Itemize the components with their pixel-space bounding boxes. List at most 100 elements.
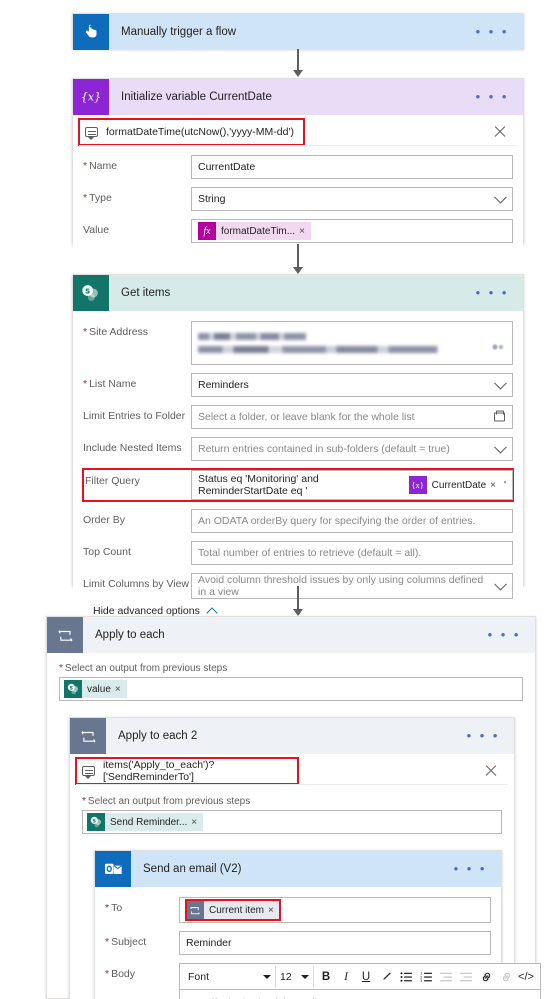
send-email-menu-button[interactable]: • • •	[448, 862, 501, 875]
name-input[interactable]: CurrentDate	[191, 155, 513, 179]
variable-braces-icon: {x}	[73, 79, 109, 115]
chevron-down-icon	[301, 974, 309, 979]
close-tooltip-button[interactable]	[493, 125, 507, 139]
to-input[interactable]: Current item ×	[179, 897, 491, 923]
chevron-down-icon	[494, 376, 507, 390]
remove-token-button[interactable]: ×	[115, 684, 127, 695]
label-site-address: Site Address	[83, 321, 191, 339]
label-value: Value	[83, 224, 110, 236]
label-limit-entries-to-folder: Limit Entries to Folder	[83, 410, 186, 422]
filter-query-input[interactable]: Status eq 'Monitoring' and ReminderStart…	[191, 470, 513, 500]
apply-to-each-card[interactable]: Apply to each • • • Select an output fro…	[46, 616, 541, 999]
trigger-card-header[interactable]: Manually trigger a flow • • •	[73, 14, 523, 50]
label-limit-columns-by-view: Limit Columns by View	[83, 578, 190, 590]
initialize-variable-menu-button[interactable]: • • •	[470, 90, 523, 103]
trigger-card[interactable]: Manually trigger a flow • • •	[72, 13, 524, 50]
label-name: Name	[83, 155, 191, 173]
remove-token-button[interactable]: ×	[490, 480, 502, 491]
field-row-order-by: Order By An ODATA orderBy query for spec…	[83, 509, 513, 533]
chevron-down-icon	[494, 440, 507, 454]
apply-to-each-2-menu-button[interactable]: • • •	[461, 729, 514, 742]
type-dropdown-value: String	[198, 193, 226, 205]
label-body: Body	[105, 963, 179, 981]
remove-token-button[interactable]: ×	[268, 905, 280, 916]
to-token-label: Current item	[209, 904, 265, 916]
initialize-variable-header[interactable]: {x} Initialize variable CurrentDate • • …	[73, 79, 523, 115]
subject-input[interactable]: Reminder	[179, 931, 491, 955]
output-token-label: value	[87, 683, 111, 695]
label-include-nested-items: Include Nested Items	[83, 442, 182, 454]
touch-trigger-icon	[73, 14, 109, 50]
loop-icon	[186, 901, 204, 919]
tooltip-divider	[76, 784, 508, 785]
get-items-header[interactable]: S Get items • • •	[73, 275, 523, 311]
rich-text-toolbar[interactable]: Font 12 B I U 1 2 3 </>	[179, 963, 541, 989]
to-token-current-item[interactable]: Current item ×	[185, 899, 281, 921]
send-email-header[interactable]: Send an email (V2) • • •	[95, 851, 501, 887]
bulleted-list-icon[interactable]	[396, 966, 416, 988]
font-size-dropdown[interactable]: 12	[276, 965, 314, 988]
expression-tooltip-text: formatDateTime(utcNow(),'yyyy-MM-dd')	[106, 126, 294, 138]
svg-text:{x}: {x}	[81, 91, 101, 104]
connector-arrow-2	[290, 244, 306, 274]
italic-button[interactable]: I	[336, 966, 356, 988]
get-items-card[interactable]: S Get items • • • Site Address List Name	[72, 274, 524, 629]
link-icon[interactable]	[476, 966, 496, 988]
label-top-count: Top Count	[83, 546, 131, 558]
limit-entries-to-folder-input[interactable]: Select a folder, or leave blank for the …	[191, 405, 513, 429]
underline-button[interactable]: U	[356, 966, 376, 988]
remove-token-button[interactable]: ×	[299, 226, 311, 237]
initialize-variable-card[interactable]: {x} Initialize variable CurrentDate • • …	[72, 78, 524, 253]
loop-icon	[70, 718, 106, 754]
variable-token-currentdate[interactable]: {x} CurrentDate ×	[408, 476, 502, 494]
apply-to-each-header[interactable]: Apply to each • • •	[47, 617, 535, 653]
initialize-variable-title: Initialize variable CurrentDate	[121, 91, 272, 103]
bold-button[interactable]: B	[316, 966, 336, 988]
chevron-down-icon	[263, 974, 271, 979]
site-address-input[interactable]	[191, 321, 513, 365]
fx-token-formatdatetime[interactable]: fx formatDateTim... ×	[198, 222, 311, 240]
value-input[interactable]: fx formatDateTim... ×	[191, 219, 513, 243]
field-row-filter-query: Filter Query Status eq 'Monitoring' and …	[82, 468, 514, 502]
field-row-to: To Cur	[105, 897, 491, 923]
field-row-site-address: Site Address	[83, 321, 513, 365]
apply-to-each-2-output-field[interactable]: S Send Reminder... ×	[82, 810, 502, 834]
top-count-input[interactable]: Total number of entries to retrieve (def…	[191, 541, 513, 565]
font-family-dropdown[interactable]: Font	[184, 965, 276, 988]
label-type: Type	[83, 187, 191, 205]
field-row-subject: Subject Reminder	[105, 931, 491, 955]
unlink-icon	[496, 966, 516, 988]
order-by-input[interactable]: An ODATA orderBy query for specifying th…	[191, 509, 513, 533]
apply-to-each-2-card[interactable]: Apply to each 2 • • • items('Apply_to_ea…	[69, 717, 541, 999]
apply-to-each-2-header[interactable]: Apply to each 2 • • •	[70, 718, 514, 754]
output-token-send-reminder[interactable]: S Send Reminder... ×	[87, 813, 204, 831]
numbered-list-icon[interactable]: 1 2 3	[416, 966, 436, 988]
get-items-menu-button[interactable]: • • •	[470, 286, 523, 299]
field-row-value: Value fx formatDateTim... ×	[83, 219, 513, 243]
indent-icon	[456, 966, 476, 988]
list-name-value: Reminders	[198, 379, 249, 391]
remove-token-button[interactable]: ×	[191, 817, 203, 828]
list-name-dropdown[interactable]: Reminders	[191, 373, 513, 397]
apply-to-each-menu-button[interactable]: • • •	[482, 628, 535, 641]
close-tooltip-button[interactable]	[484, 764, 498, 778]
output-token-value[interactable]: S value ×	[64, 680, 127, 698]
trigger-menu-button[interactable]: • • •	[470, 25, 523, 38]
connector-arrow-1	[290, 49, 306, 77]
body-rich-text-editor[interactable]: Font 12 B I U 1 2 3 </>	[179, 963, 541, 999]
fx-icon: fx	[198, 222, 216, 240]
type-dropdown[interactable]: String	[191, 187, 513, 211]
chevron-down-icon	[494, 577, 507, 591]
folder-picker-icon[interactable]	[494, 410, 505, 422]
body-input[interactable]: Specify the body of the mail	[179, 989, 541, 999]
send-email-card[interactable]: Send an email (V2) • • • To	[94, 850, 541, 999]
expression-tooltip-text: items('Apply_to_each')?['SendReminderTo'…	[103, 759, 215, 783]
limit-columns-by-view-dropdown[interactable]: Avoid column threshold issues by only us…	[191, 573, 513, 599]
code-view-button[interactable]: </>	[516, 966, 536, 988]
outdent-icon	[436, 966, 456, 988]
apply-to-each-output-field[interactable]: S value ×	[59, 677, 523, 701]
name-input-value: CurrentDate	[198, 161, 256, 173]
field-row-list-name: List Name Reminders	[83, 373, 513, 397]
include-nested-items-dropdown[interactable]: Return entries contained in sub-folders …	[191, 437, 513, 461]
text-color-pen-icon[interactable]	[376, 966, 396, 988]
